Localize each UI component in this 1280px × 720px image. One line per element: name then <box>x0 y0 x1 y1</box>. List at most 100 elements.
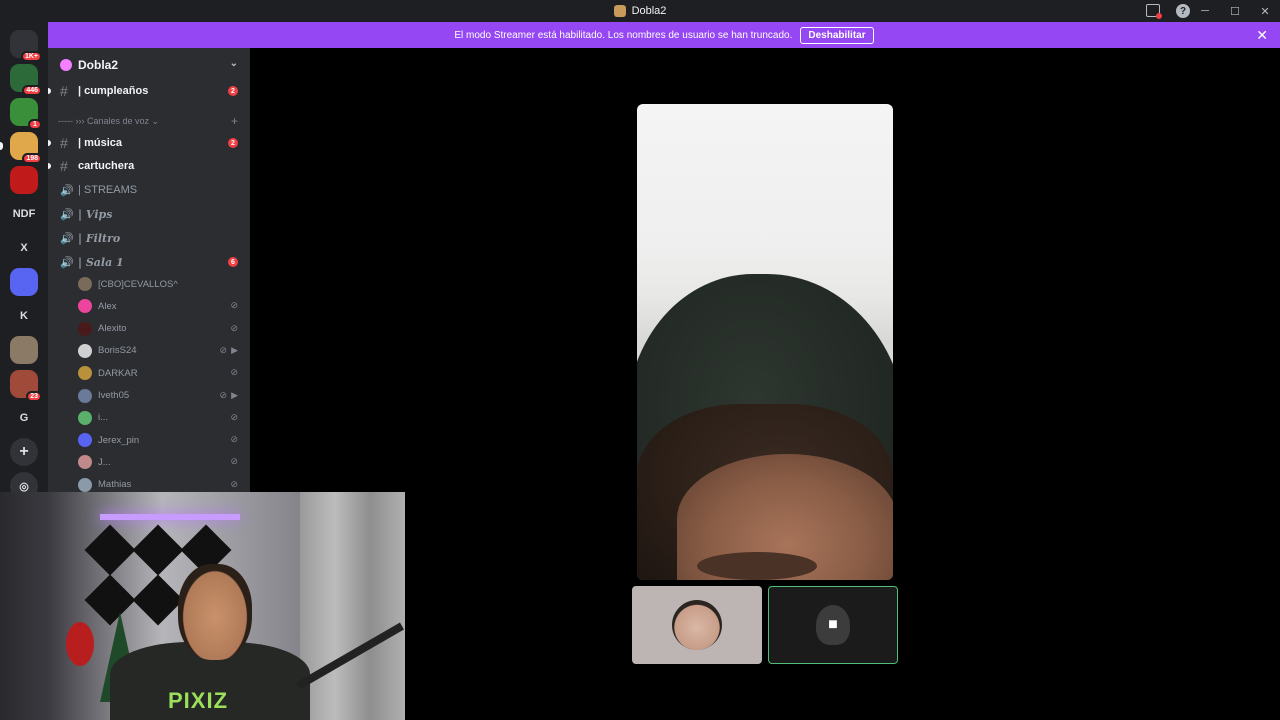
voice-user[interactable]: J... <box>78 452 111 472</box>
voice-user[interactable]: i... <box>78 408 108 428</box>
avatar <box>78 433 92 448</box>
voice-user[interactable]: [CBO]CEVALLOS^ <box>78 274 178 294</box>
mention-badge: 1 <box>28 119 42 130</box>
channel-0[interactable]: # | cumpleaños 2 <box>48 80 250 102</box>
voice-user-name: DARKAR <box>98 367 138 379</box>
chevron-down-icon[interactable]: ⌄ <box>230 58 238 69</box>
selected-server-pill <box>0 142 3 150</box>
window-title-text: Dobla2 <box>631 5 667 17</box>
server-g[interactable]: G <box>10 404 38 432</box>
disable-streamer-mode-button[interactable]: Deshabilitar <box>800 26 874 44</box>
muted-mic-icon: ⊘ <box>230 456 238 467</box>
muted-mic-icon: ⊘ <box>230 411 238 422</box>
mention-badge: 1K+ <box>20 51 42 62</box>
channel-name: | 𝑭𝒊𝒍𝒕𝒓𝒐 <box>78 231 121 245</box>
server-ndf[interactable]: NDF <box>10 200 38 228</box>
mention-badge: 446 <box>22 85 42 96</box>
server-label: X <box>20 242 28 254</box>
mention-badge: 23 <box>26 391 42 402</box>
close-banner-icon[interactable]: ✕ <box>1256 27 1268 44</box>
channel-3[interactable]: 🔊 | STREAMS <box>48 179 250 201</box>
channel-4[interactable]: 🔊 | 𝑽𝒊𝒑𝒔 <box>48 203 250 225</box>
avatar <box>78 455 92 470</box>
add-channel-icon[interactable]: + <box>231 114 238 128</box>
muted-mic-icon: ⊘ <box>230 478 238 489</box>
text-channel-icon: # <box>60 83 68 99</box>
avatar-server-icon[interactable]: 23 <box>10 370 42 402</box>
channel-badge: 2 <box>228 86 238 96</box>
voice-channel-icon: 🔊 <box>60 232 74 245</box>
window-title: Dobla2 <box>613 5 667 17</box>
muted-mic-icon: ⊘ <box>230 434 238 445</box>
close-window-button[interactable]: ✕ <box>1250 0 1280 22</box>
avatar <box>78 343 92 358</box>
participant-tile[interactable] <box>632 586 762 664</box>
voice-user[interactable]: Mathias <box>78 475 131 492</box>
muted-mic-icon: ⊘ <box>230 300 238 311</box>
dobla2-server-icon[interactable]: 198 <box>10 132 42 164</box>
video-brow <box>697 552 817 580</box>
voice-user-status: ⊘ <box>230 323 238 334</box>
voice-user[interactable]: DARKAR <box>78 363 138 383</box>
k-server-icon[interactable]: 1 <box>10 98 42 130</box>
video-camera-icon: ■ <box>816 605 850 645</box>
text-channel-icon: # <box>60 158 68 174</box>
voice-user[interactable]: BorisS24 <box>78 341 137 361</box>
channel-5[interactable]: 🔊 | 𝑭𝒊𝒍𝒕𝒓𝒐 <box>48 227 250 249</box>
plus-icon[interactable]: + <box>10 438 38 466</box>
avatar <box>78 366 92 381</box>
avatar <box>78 321 92 336</box>
palm-tree-server-icon[interactable]: 446 <box>10 64 42 96</box>
guitar <box>66 622 94 666</box>
avatar <box>78 299 92 314</box>
participant-avatar <box>672 600 722 650</box>
channel-name: cartuchera <box>78 160 135 172</box>
spiderman-server-icon[interactable] <box>10 166 38 194</box>
voice-user-status: ⊘ <box>230 300 238 311</box>
channel-name: | STREAMS <box>78 184 138 196</box>
voice-user[interactable]: Iveth05 <box>78 386 129 406</box>
speaker-server-icon[interactable] <box>10 336 38 364</box>
server-name: Dobla2 <box>78 58 119 72</box>
main-video-tile[interactable] <box>637 104 893 580</box>
server-logo-icon <box>613 5 626 17</box>
avatar <box>78 410 92 425</box>
server-header[interactable]: Dobla2 ⌄ <box>48 48 250 82</box>
server-k[interactable]: K <box>10 302 38 330</box>
mention-badge: 198 <box>22 153 42 164</box>
channel-1[interactable]: # | música 2 <box>48 132 250 154</box>
channel-name: | música <box>78 137 123 149</box>
voice-user-name: Iveth05 <box>98 390 130 401</box>
discord-home-icon[interactable]: 1K+ <box>10 30 42 62</box>
unread-indicator <box>48 140 51 146</box>
video-icon: ▶ <box>231 389 238 400</box>
avatar <box>78 388 92 403</box>
muted-mic-icon: ⊘ <box>219 389 228 400</box>
maximize-button[interactable]: ☐ <box>1220 0 1250 22</box>
category-voice-channels[interactable]: ----- ››› Canales de voz ⌄ <box>58 116 159 127</box>
unread-indicator <box>48 163 51 169</box>
minimize-button[interactable]: ─ <box>1190 0 1220 22</box>
person-head <box>178 564 252 660</box>
voice-user[interactable]: Alex <box>78 296 116 316</box>
help-icon[interactable]: ? <box>1176 4 1190 18</box>
voice-channel-icon: 🔊 <box>60 256 74 269</box>
voice-user-status: ⊘ <box>230 367 238 378</box>
voice-channel-icon: 🔊 <box>60 208 74 221</box>
banner-message: El modo Streamer está habilitado. Los no… <box>454 29 793 41</box>
channel-6[interactable]: 🔊 | 𝑺𝒂𝒍𝒂 1 6 <box>48 251 250 273</box>
server-x[interactable]: X <box>10 234 38 262</box>
channel-badge: 6 <box>228 257 238 267</box>
channel-name: | 𝑺𝒂𝒍𝒂 1 <box>78 255 124 269</box>
inbox-icon[interactable] <box>1146 4 1162 19</box>
unread-indicator <box>48 88 51 94</box>
folder-icon[interactable] <box>10 268 38 296</box>
channel-sidebar: Dobla2 ⌄ # | cumpleaños 2 # | música 2 # cartuc… <box>48 48 250 492</box>
voice-user[interactable]: Jerex_pin <box>78 430 139 450</box>
voice-user[interactable]: Alexito <box>78 319 127 339</box>
voice-user-status: ⊘ ▶ <box>220 390 238 401</box>
text-channel-icon: # <box>60 135 68 151</box>
channel-2[interactable]: # cartuchera <box>48 155 250 177</box>
camera-tile[interactable]: ■ <box>768 586 898 664</box>
voice-user-status: ⊘ <box>230 412 238 423</box>
